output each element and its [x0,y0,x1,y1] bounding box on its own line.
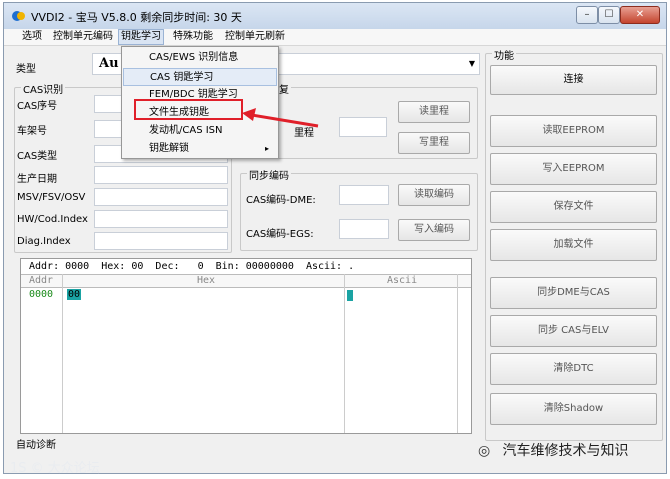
field-label: CAS类型 [17,151,58,162]
hw-index-field[interactable] [94,210,228,228]
dme-code-field[interactable] [339,185,389,205]
field-label: Diag.Index [17,236,71,247]
col-hex: Hex [197,275,216,286]
hex-column-header: Addr Hex Ascii [21,274,471,288]
menu-bar: 选项 控制单元编码 钥匙学习 特殊功能 控制单元刷新 [4,29,666,46]
load-file-button[interactable]: 加载文件 [490,229,657,261]
ascii-cursor[interactable] [347,290,353,301]
clear-shadow-button[interactable]: 清除Shadow [490,393,657,425]
title-bar: VVDI2 - 宝马 V5.8.0 剩余同步时间: 30 天 – ☐ ✕ [4,3,666,29]
chevron-down-icon: ▼ [468,59,475,68]
write-code-button[interactable]: 写入编码 [398,219,470,241]
msv-field[interactable] [94,188,228,206]
sync-dme-cas-button[interactable]: 同步DME与CAS [490,277,657,309]
save-file-button[interactable]: 保存文件 [490,191,657,223]
status-text: 自动诊断 [16,440,56,451]
hex-row-addr: 0000 [29,289,54,300]
write-eeprom-button[interactable]: 写入EEPROM [490,153,657,185]
menu-item-cas-ews-info[interactable]: CAS/EWS 识别信息 [123,49,277,67]
close-button[interactable]: ✕ [620,6,660,24]
divider [62,274,63,433]
write-odometer-button[interactable]: 写里程 [398,132,470,154]
egs-label: CAS编码-EGS: [246,229,314,240]
egs-code-field[interactable] [339,219,389,239]
bottom-watermark: 1S © 大众论坛 [10,461,100,476]
type-label: 类型 [16,64,36,75]
annotation-arrow-icon [242,108,319,128]
menu-unit-flash[interactable]: 控制单元刷新 [223,30,287,44]
read-eeprom-button[interactable]: 读取EEPROM [490,115,657,147]
hex-info-header: Addr: 0000 Hex: 00 Dec: 0 Bin: 00000000 … [29,261,355,272]
field-label: 生产日期 [17,174,57,185]
menu-unit-coding[interactable]: 控制单元编码 [51,30,115,44]
read-odometer-button[interactable]: 读里程 [398,101,470,123]
field-label: HW/Cod.Index [17,214,88,225]
menu-item-key-unlock-label: 钥匙解锁 [149,143,189,154]
col-addr: Addr [29,275,54,286]
hex-editor[interactable]: Addr: 0000 Hex: 00 Dec: 0 Bin: 00000000 … [20,258,472,434]
field-label: 车架号 [17,126,47,137]
col-ascii: Ascii [387,275,418,286]
connect-button[interactable]: 连接 [490,65,657,95]
highlight-annotation-box [134,99,243,120]
wechat-logo-icon: ◎ [478,443,491,459]
prod-date-field[interactable] [94,166,228,184]
type-value: Au [99,56,119,71]
minimize-button[interactable]: – [576,6,598,24]
wechat-watermark-text: 汽车维修技术与知识 [502,443,629,459]
cas-group-title: CAS识别 [21,81,66,96]
menu-options[interactable]: 选项 [20,30,44,44]
window-title: VVDI2 - 宝马 V5.8.0 剩余同步时间: 30 天 [31,11,242,24]
hex-cell-selected[interactable]: 00 [67,289,82,300]
divider [344,274,345,433]
read-code-button[interactable]: 读取编码 [398,184,470,206]
diag-index-field[interactable] [94,232,228,250]
wechat-watermark: ◎ 汽车维修技术与知识 [478,440,628,460]
field-label: CAS序号 [17,101,58,112]
maximize-button[interactable]: ☐ [598,6,620,24]
menu-item-cas-key-learn[interactable]: CAS 钥匙学习 [123,68,277,86]
function-group-title: 功能 [492,47,516,62]
odometer-group-title: 复 [277,81,291,96]
clear-dtc-button[interactable]: 清除DTC [490,353,657,385]
menu-key-learning[interactable]: 钥匙学习 [118,29,164,45]
divider [457,274,458,433]
dme-label: CAS编码-DME: [246,195,316,206]
odometer-field[interactable] [339,117,387,137]
field-label: MSV/FSV/OSV [17,192,86,203]
sync-code-group-title: 同步编码 [247,167,291,182]
app-logo-icon [12,11,25,21]
menu-special[interactable]: 特殊功能 [171,30,215,44]
app-window: VVDI2 - 宝马 V5.8.0 剩余同步时间: 30 天 – ☐ ✕ 选项 … [3,2,667,474]
sync-cas-elv-button[interactable]: 同步 CAS与ELV [490,315,657,347]
menu-item-key-unlock[interactable]: 钥匙解锁 ▸ [123,140,277,158]
submenu-arrow-icon: ▸ [264,144,269,153]
